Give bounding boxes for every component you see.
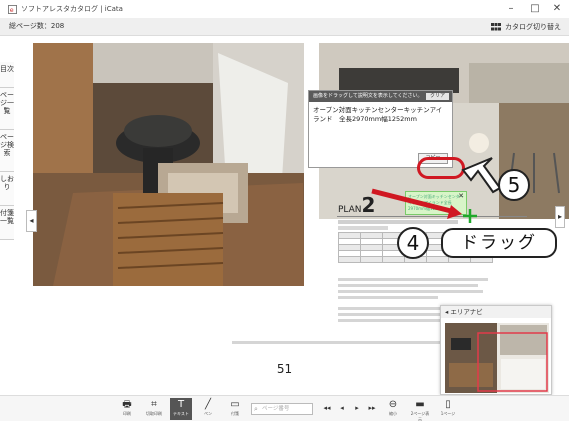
drop-cross-icon bbox=[463, 209, 477, 223]
first-page-button[interactable]: ◂◂ bbox=[320, 402, 334, 416]
side-tab-strip: 目次 ページ一覧 ページ検索 しおり 付箋一覧 bbox=[0, 62, 14, 240]
step-5-marker: 5 bbox=[498, 169, 530, 201]
print-tool-label: 印刷 bbox=[123, 411, 131, 416]
sticky-tool[interactable]: ▭ 付箋 bbox=[224, 398, 246, 420]
text-tool-label: テキスト bbox=[173, 411, 189, 416]
crop-print-tool[interactable]: ⌗ 切取印刷 bbox=[143, 398, 165, 420]
sticky-note-icon: ▭ bbox=[230, 399, 240, 410]
step-4-marker: 4 bbox=[397, 227, 429, 259]
last-page-button[interactable]: ▸▸ bbox=[365, 402, 379, 416]
cursor-pointer-icon bbox=[461, 157, 502, 194]
two-page-label: 2ページ表示 bbox=[410, 411, 430, 421]
area-navi-thumbnail-image bbox=[445, 323, 549, 393]
zoom-out-tool[interactable]: ⊖ 縮小 bbox=[382, 398, 404, 420]
zoom-out-icon: ⊖ bbox=[388, 399, 398, 410]
text-tool[interactable]: T テキスト bbox=[170, 398, 192, 420]
crop-print-tool-label: 切取印刷 bbox=[146, 411, 162, 416]
pen-tool[interactable]: ╱ ペン bbox=[197, 398, 219, 420]
crop-icon: ⌗ bbox=[151, 399, 157, 410]
drag-arrow bbox=[371, 188, 462, 219]
tab-page-list[interactable]: ページ一覧 bbox=[0, 88, 14, 130]
prev-page-icon: ◂ bbox=[340, 404, 344, 412]
tab-page-search[interactable]: ページ検索 bbox=[0, 130, 14, 172]
first-page-icon: ◂◂ bbox=[323, 404, 331, 412]
area-navi-thumbnail[interactable] bbox=[445, 323, 549, 393]
prev-page-toolbar-button[interactable]: ◂ bbox=[335, 402, 349, 416]
area-navi-panel[interactable]: ◂ エリアナビ bbox=[440, 305, 552, 395]
single-page-icon: ▯ bbox=[445, 399, 451, 410]
two-page-icon: ▬ bbox=[415, 399, 425, 410]
two-page-view-tool[interactable]: ▬ 2ページ表示 bbox=[409, 398, 431, 421]
area-navi-collapse-icon[interactable]: ◂ bbox=[445, 308, 448, 316]
tab-sticky-list[interactable]: 付箋一覧 bbox=[0, 206, 14, 240]
area-navi-title: エリアナビ bbox=[450, 308, 483, 316]
tab-bookmarks[interactable]: しおり bbox=[0, 172, 14, 206]
tab-contents[interactable]: 目次 bbox=[0, 62, 14, 88]
next-page-icon: ▸ bbox=[355, 404, 359, 412]
search-icon: ⌕ bbox=[254, 405, 258, 413]
page-number-placeholder: ページ番号 bbox=[262, 406, 290, 412]
single-page-view-tool[interactable]: ▯ 1ページ bbox=[437, 398, 459, 420]
drag-instruction-label: ドラッグ bbox=[441, 228, 557, 258]
print-tool[interactable]: 🖶 印刷 bbox=[116, 398, 138, 420]
next-page-toolbar-button[interactable]: ▸ bbox=[350, 402, 364, 416]
area-navi-header: ◂ エリアナビ bbox=[441, 306, 551, 318]
last-page-icon: ▸▸ bbox=[368, 404, 376, 412]
text-icon: T bbox=[177, 399, 185, 410]
single-page-label: 1ページ bbox=[440, 411, 456, 416]
pen-icon: ╱ bbox=[204, 399, 212, 410]
sticky-tool-label: 付箋 bbox=[231, 411, 239, 416]
page-number-input[interactable]: ⌕ ページ番号 bbox=[251, 403, 313, 415]
bottom-toolbar: 🖶 印刷 ⌗ 切取印刷 T テキスト ╱ ペン ▭ 付箋 ⌕ ページ番号 ◂◂ … bbox=[0, 395, 569, 421]
pen-tool-label: ペン bbox=[204, 411, 212, 416]
zoom-out-label: 縮小 bbox=[389, 411, 397, 416]
printer-icon: 🖶 bbox=[122, 399, 132, 410]
